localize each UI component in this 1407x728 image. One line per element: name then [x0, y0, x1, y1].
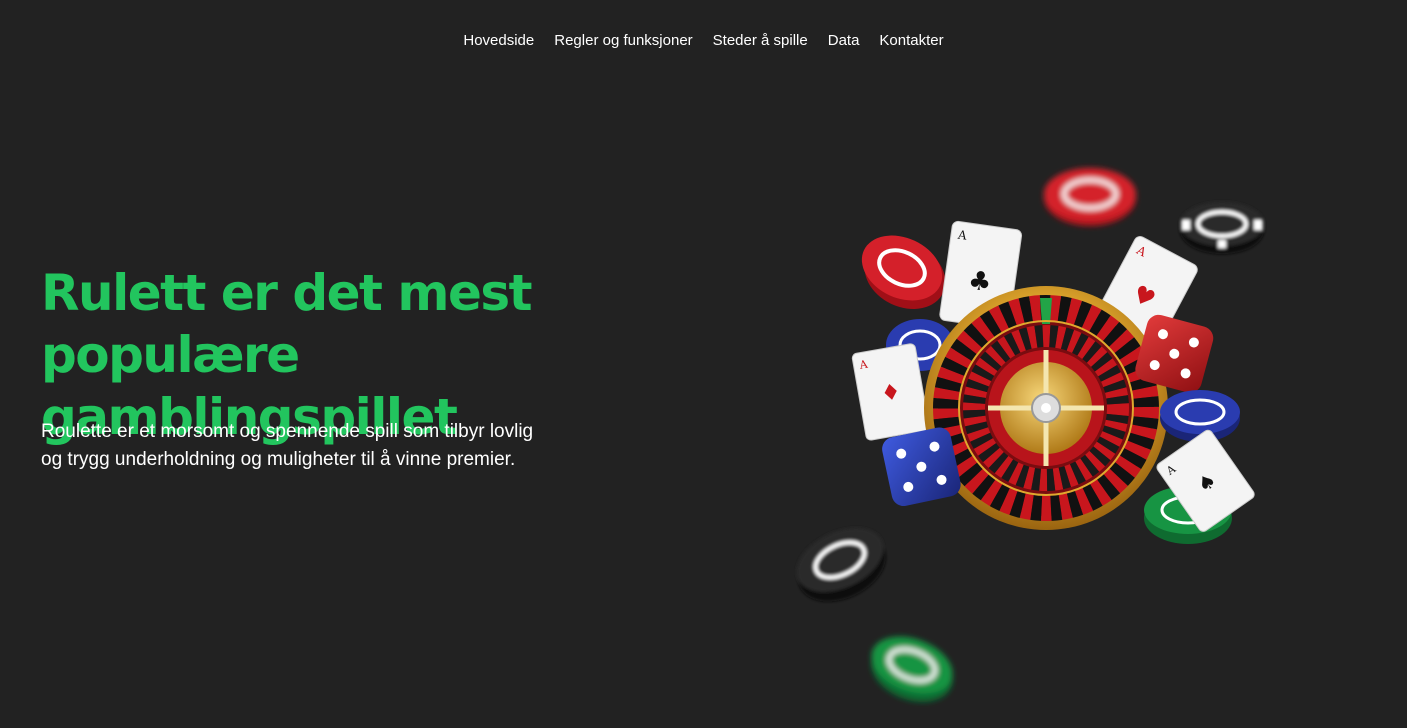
svg-text:♣: ♣ [966, 266, 993, 299]
nav-link-data[interactable]: Data [828, 30, 860, 52]
nav-link-kontakter[interactable]: Kontakter [879, 30, 943, 52]
hero-description-line-2: og trygg underholdning og muligheter til… [41, 449, 516, 470]
black-chip-icon [1180, 202, 1264, 254]
red-chip-icon [1044, 168, 1136, 226]
casino-illustration-svg: A ♣ A ♥ A ♦ A ♠ [796, 168, 1264, 702]
hero-description: Roulette er et morsomt og spennende spil… [41, 418, 581, 474]
nav-link-hovedside[interactable]: Hovedside [463, 30, 534, 52]
hero-description-line-1: Roulette er et morsomt og spennende spil… [41, 421, 534, 442]
hero-title-line-1: Rulett er det mest [41, 264, 533, 322]
roulette-wheel-icon [924, 286, 1168, 530]
nav-link-regler-og-funksjoner[interactable]: Regler og funksjoner [554, 30, 692, 52]
green-chip-bottom-icon [871, 636, 953, 702]
roulette-casino-illustration: A ♣ A ♥ A ♦ A ♠ [780, 150, 1280, 720]
black-chip-lower-icon [796, 528, 886, 602]
blue-die-icon [882, 427, 961, 507]
nav-link-steder-a-spille[interactable]: Steder å spille [713, 30, 808, 52]
page: Hovedside Regler og funksjoner Steder å … [0, 0, 1407, 728]
top-navigation: Hovedside Regler og funksjoner Steder å … [0, 30, 1407, 52]
